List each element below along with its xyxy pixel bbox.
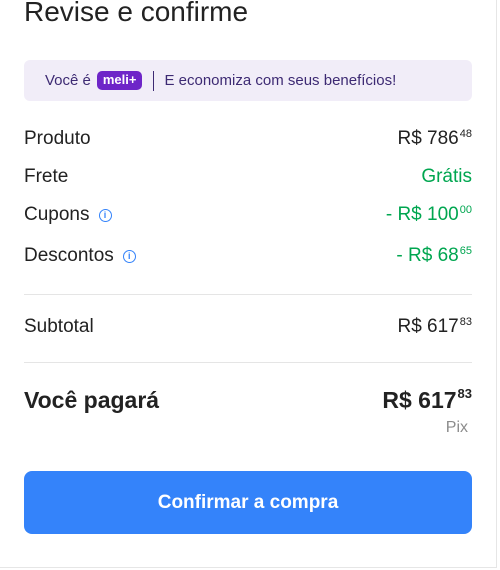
total-amount-int: 617 [418, 387, 457, 413]
confirm-purchase-button[interactable]: Confirmar a compra [24, 471, 472, 534]
discounts-amount-int: 68 [437, 245, 459, 266]
shipping-value: Grátis [421, 166, 472, 187]
divider [24, 362, 472, 363]
meli-plus-badge: meli+ [96, 71, 143, 90]
payment-method-label: Pix [445, 419, 468, 436]
product-row: Produto R$ 78648 [24, 128, 472, 150]
discounts-label: Descontos [24, 245, 114, 266]
page-title: Revise e confirme [24, 0, 249, 27]
shipping-row: Frete Grátis [24, 166, 472, 188]
banner-divider [153, 70, 155, 91]
coupons-label: Cupons [24, 204, 90, 225]
total-currency: R$ [382, 387, 412, 413]
coupons-amount-cents: 00 [459, 204, 472, 216]
meli-badge-text: meli [102, 72, 129, 87]
coupons-row: Cupons i - R$ 10000 [24, 204, 472, 226]
discounts-amount-cents: 65 [459, 245, 472, 257]
banner-prefix: Você é [45, 72, 91, 89]
total-label: Você pagará [24, 387, 160, 413]
subtotal-row: Subtotal R$ 61783 [24, 316, 472, 338]
shipping-label: Frete [24, 166, 69, 187]
subtotal-amount-cents: 83 [459, 316, 472, 328]
product-label: Produto [24, 128, 91, 149]
coupons-amount: - R$ 10000 [386, 204, 472, 226]
discounts-amount: - R$ 6865 [396, 245, 472, 267]
checkout-summary-panel: Revise e confirme Você é meli+ E economi… [0, 0, 497, 568]
discounts-label-group: Descontos i [24, 245, 136, 267]
product-currency: R$ [397, 128, 422, 149]
coupons-label-group: Cupons i [24, 204, 112, 226]
coupons-info-icon[interactable]: i [98, 208, 112, 222]
subtotal-amount-int: 617 [427, 316, 459, 337]
divider [24, 294, 472, 295]
total-row: Você pagará R$ 61783 [24, 386, 472, 414]
subtotal-label: Subtotal [24, 316, 94, 337]
total-amount: R$ 61783 [382, 386, 472, 414]
subtotal-currency: R$ [397, 316, 422, 337]
meli-badge-plus: + [128, 72, 137, 87]
coupons-prefix: - R$ [385, 204, 422, 225]
product-amount-int: 786 [427, 128, 459, 149]
discounts-info-icon[interactable]: i [122, 249, 136, 263]
banner-message: E economiza com seus benefícios! [164, 72, 397, 89]
coupons-amount-int: 100 [427, 204, 459, 225]
discounts-prefix: - R$ [396, 245, 433, 266]
product-amount-cents: 48 [459, 128, 472, 140]
total-amount-cents: 83 [457, 386, 472, 401]
discounts-row: Descontos i - R$ 6865 [24, 245, 472, 267]
subtotal-amount: R$ 61783 [397, 316, 472, 338]
product-amount: R$ 78648 [397, 128, 472, 150]
meli-plus-banner: Você é meli+ E economiza com seus benefí… [24, 60, 472, 101]
